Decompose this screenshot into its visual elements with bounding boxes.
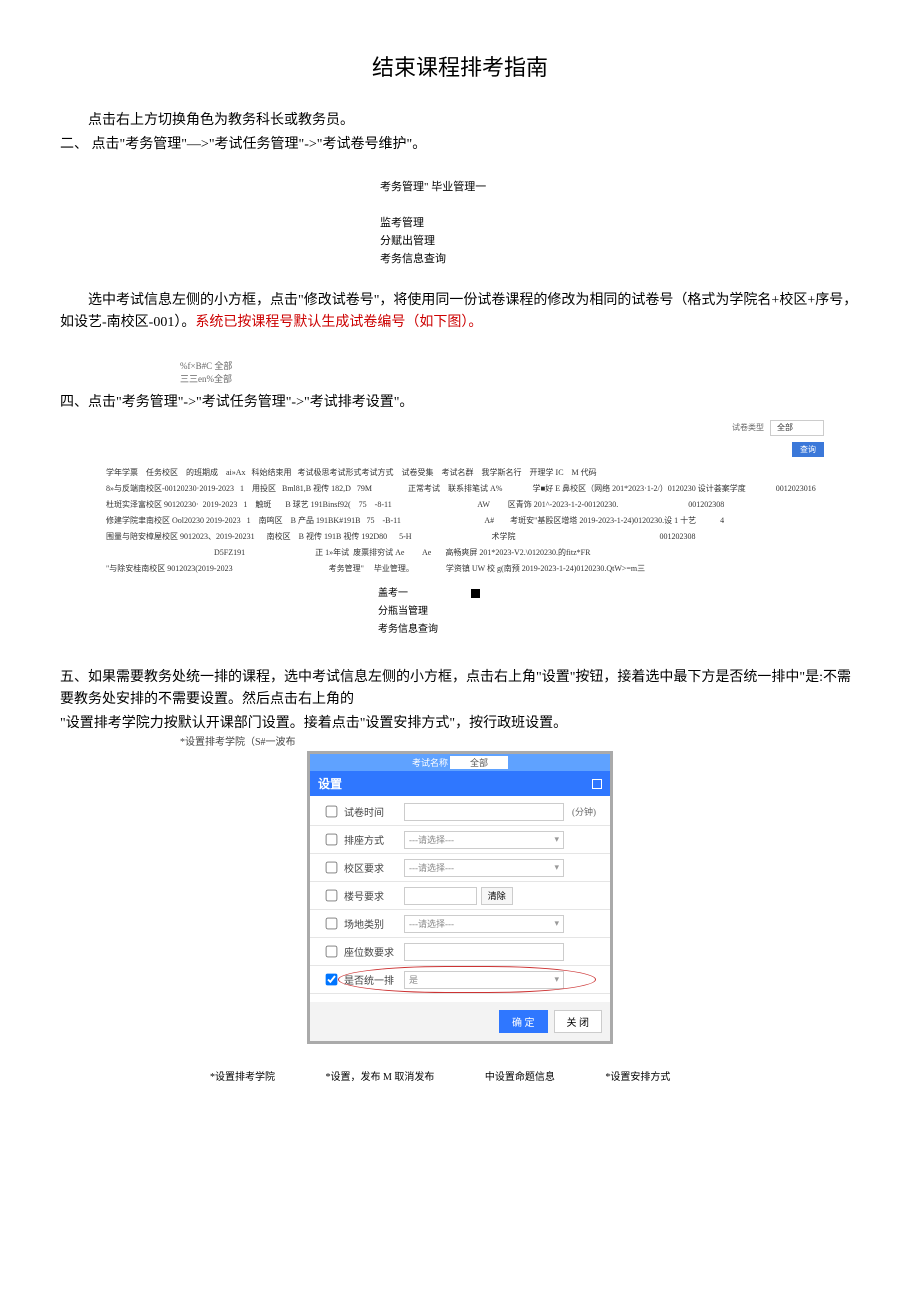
building-input[interactable] — [404, 887, 477, 905]
row-label: 排座方式 — [344, 832, 404, 847]
table-row: "与除安桂南校区 9012023(2019-2023 考务管理" 毕业管理。 学… — [106, 563, 645, 575]
row-label: 楼号要求 — [344, 888, 404, 903]
settings-dialog: 考试名称 全部 设置 试卷时间 (分钟) 排座方式 ---请选择--- — [307, 751, 613, 1044]
dialog-row-seat-mode: 排座方式 ---请选择--- — [310, 826, 610, 854]
table-row: 杜斑实泽富校区 90120230· 2019-2023 1 触斑 B 球艺 19… — [106, 499, 724, 511]
row-checkbox[interactable] — [326, 918, 338, 930]
table-row: 围量与陪安樟屋校区 9012023、2019-20231 南校区 B 视传 19… — [106, 531, 696, 543]
dialog-row-seat-count: 座位数要求 — [310, 938, 610, 966]
dialog-caption: *设置排考学院（S#一波布 — [180, 733, 296, 748]
page-title: 结束课程排考指南 — [60, 50, 860, 82]
row-label: 试卷时间 — [344, 804, 404, 819]
action-set-college[interactable]: *设置排考学院 — [210, 1072, 275, 1083]
row-checkbox[interactable] — [326, 806, 338, 818]
filter-select[interactable]: 全部 — [770, 420, 824, 436]
step-5: 五、如果需要教务处统一排的课程，选中考试信息左侧的小方框，点击右上角"设置"按钮… — [60, 667, 860, 711]
filter-label: 试卷类型 — [732, 423, 764, 432]
duration-input[interactable] — [404, 803, 564, 821]
row-checkbox[interactable] — [326, 890, 338, 902]
search-button[interactable]: 查询 — [792, 442, 824, 457]
table-row: 修建学院聿南校区 Ool20230 2019-2023 1 南鸣区 B 产品 1… — [106, 515, 724, 527]
unit-label: (分钟) — [572, 805, 602, 818]
table-row: 8»与反端南校区-00120230·2019-2023 1 用投区 Bml81,… — [106, 483, 816, 495]
dialog-body: 试卷时间 (分钟) 排座方式 ---请选择--- 校区要求 ---请选择--- … — [310, 796, 610, 1002]
ok-button[interactable]: 确 定 — [499, 1010, 548, 1033]
search-strip-value[interactable]: 全部 — [450, 756, 508, 769]
filter-line: %f×B#C 全部 — [180, 360, 860, 373]
dialog-row-duration: 试卷时间 (分钟) — [310, 798, 610, 826]
search-strip-label: 考试名称 — [412, 756, 448, 769]
step-6: "设置排考学院力按默认开课部门设置。接着点击"设置安排方式"，按行政班设置。 — [60, 713, 860, 735]
filter-snippet: %f×B#C 全部 三三en%全部 — [60, 360, 860, 386]
menu-item: 分赋出管理 — [380, 232, 860, 250]
maximize-icon[interactable] — [592, 779, 602, 789]
dialog-row-building: 楼号要求 清除 — [310, 882, 610, 910]
row-checkbox[interactable] — [326, 862, 338, 874]
step-4: 四、点击"考务管理"->"考试任务管理"->"考试排考设置"。 — [60, 392, 860, 414]
step-1: 点击右上方切换角色为教务科长或教务员。 — [60, 110, 860, 132]
row-label: 校区要求 — [344, 860, 404, 875]
step-3-red: 系统已按课程号默认生成试卷编号（如下图）。 — [195, 315, 482, 330]
menu-item: 盖考一 — [378, 585, 860, 603]
seat-mode-select[interactable]: ---请选择--- — [404, 831, 564, 849]
campus-select[interactable]: ---请选择--- — [404, 859, 564, 877]
dialog-search-strip: 考试名称 全部 — [310, 754, 610, 771]
filter-line: 三三en%全部 — [180, 373, 860, 386]
close-button[interactable]: 关 闭 — [554, 1010, 603, 1033]
unified-select[interactable]: 是 — [404, 971, 564, 989]
menu-item: 分瓶当管理 — [378, 603, 860, 621]
action-set-mode[interactable]: *设置安排方式 — [605, 1072, 670, 1083]
dialog-row-unified: 是否统一排 是 — [310, 966, 610, 994]
dialog-title: 设置 — [318, 775, 342, 792]
menu-item: 考务信息查询 — [380, 250, 860, 268]
table-header-row: 学年学票 任务校区 的班期成 ai»Ax 科始结束用 考试极思考试形式考试方式 … — [106, 467, 597, 479]
dialog-titlebar: 设置 — [310, 771, 610, 796]
venue-type-select[interactable]: ---请选择--- — [404, 915, 564, 933]
row-label: 是否统一排 — [344, 972, 404, 987]
dialog-footer: 确 定 关 闭 — [310, 1002, 610, 1041]
clear-button[interactable]: 清除 — [481, 887, 513, 905]
dialog-row-venue-type: 场地类别 ---请选择--- — [310, 910, 610, 938]
square-icon — [471, 589, 480, 598]
row-label: 场地类别 — [344, 916, 404, 931]
menu-item: 考务信息查询 — [378, 621, 860, 639]
menu-screenshot-2: 盖考一 分瓶当管理 考务信息查询 — [60, 585, 860, 639]
step-2: 二、 点击"考务管理"—>"考试任务管理"->"考试卷号维护"。 — [60, 134, 860, 156]
action-publish[interactable]: *设置，发布 M 取消发布 — [326, 1072, 435, 1083]
row-checkbox[interactable] — [326, 974, 338, 986]
step-3: 选中考试信息左侧的小方框，点击"修改试卷号"，将使用同一份试卷课程的修改为相同的… — [60, 290, 860, 334]
seat-count-input[interactable] — [404, 943, 564, 961]
row-checkbox[interactable] — [326, 834, 338, 846]
menu-top: 考务管理" 毕业管理一 — [380, 178, 860, 196]
menu-item: 监考管理 — [380, 214, 860, 232]
menu-screenshot-1: 考务管理" 毕业管理一 监考管理 分赋出管理 考务信息查询 — [60, 178, 860, 268]
dialog-row-campus: 校区要求 ---请选择--- — [310, 854, 610, 882]
row-label: 座位数要求 — [344, 944, 404, 959]
action-links: *设置排考学院 *设置，发布 M 取消发布 中设置命题信息 *设置安排方式 — [60, 1068, 860, 1083]
action-set-topic[interactable]: 中设置命题信息 — [485, 1072, 555, 1083]
table-row: D5FZ191 正 1»年试 废票排穷试 Ae Ae 高畅爽屏 201*2023… — [106, 547, 590, 559]
data-table-screenshot: 试卷类型 全部 查询 学年学票 任务校区 的班期成 ai»Ax 科始结束用 考试… — [60, 420, 860, 575]
row-checkbox[interactable] — [326, 946, 338, 958]
